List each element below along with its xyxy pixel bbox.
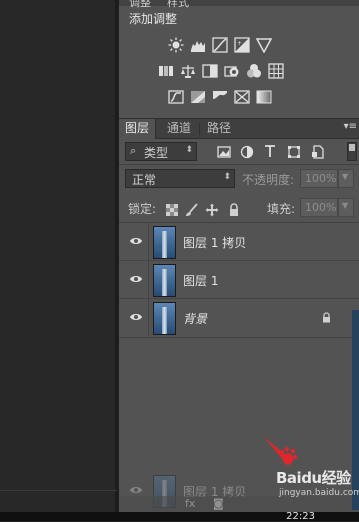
color-lookup-icon[interactable]: [267, 62, 285, 80]
gradient-map-icon[interactable]: [233, 88, 251, 106]
row-divider: [148, 299, 149, 336]
lock-icon: [323, 312, 330, 323]
tab-adjustments[interactable]: 调整: [129, 0, 151, 10]
svg-text:+: +: [237, 40, 242, 47]
filter-kind-label: 类型: [144, 146, 169, 160]
curves-icon[interactable]: [211, 36, 229, 54]
lock-transparent-pixels-icon[interactable]: [165, 202, 179, 216]
chevron-down-icon: ▼: [342, 172, 349, 181]
vibrance-icon[interactable]: [255, 36, 273, 54]
row-divider: [148, 261, 149, 298]
layer-name[interactable]: 图层 1 拷贝: [183, 234, 246, 251]
photo-filter-icon[interactable]: [223, 62, 241, 80]
tab-layers[interactable]: 图层: [119, 119, 157, 139]
chevron-down-icon: ⬍: [185, 145, 193, 155]
opacity-dropdown-button[interactable]: ▼: [338, 169, 354, 188]
lock-all-icon[interactable]: [227, 202, 241, 216]
fill-value: 100%: [305, 201, 337, 214]
tab-styles[interactable]: 样式: [167, 0, 189, 10]
adjustments-row-1: +: [167, 36, 273, 54]
opacity-value: 100%: [305, 172, 337, 185]
eye-icon[interactable]: [129, 311, 143, 323]
adjustments-title: 添加调整: [129, 12, 178, 26]
layer-name[interactable]: 图层 1: [183, 272, 218, 289]
eye-icon[interactable]: [129, 273, 143, 285]
exposure-icon[interactable]: +: [233, 36, 251, 54]
add-mask-icon[interactable]: ◙: [213, 497, 224, 510]
levels-icon[interactable]: [189, 36, 207, 54]
search-icon: ⌕: [130, 144, 137, 157]
watermark-url: jingyan.baidu.com: [279, 488, 359, 498]
color-balance-icon[interactable]: [179, 62, 197, 80]
eye-icon: [130, 487, 142, 493]
layers-tabbar: 图层 通道 路径 ▾≡: [119, 118, 359, 139]
add-layer-style-button[interactable]: fx: [185, 497, 195, 510]
opacity-field[interactable]: 100%: [300, 169, 338, 188]
panel-menu-icon[interactable]: ▾≡: [344, 121, 357, 132]
layer-filter-select[interactable]: ⌕ 类型 ⬍: [125, 142, 197, 161]
hue-saturation-icon[interactable]: [157, 62, 175, 80]
invert-icon[interactable]: [167, 88, 185, 106]
filter-toggle-switch[interactable]: [347, 142, 357, 161]
blend-mode-select[interactable]: 正常 ⬍: [125, 169, 235, 188]
filter-pixel-icon[interactable]: [217, 144, 231, 158]
baidu-watermark: Baidu经验 jingyan.baidu.com: [262, 437, 359, 507]
layer-thumbnail: [153, 226, 176, 259]
layer-name[interactable]: 背景: [183, 310, 207, 327]
canvas-divider: [0, 490, 117, 491]
layer-thumbnail: [153, 264, 176, 297]
selective-color-icon[interactable]: [255, 88, 273, 106]
right-panel-dock: 调整 样式 添加调整 + 图层 通道 路径 ▾≡ ⌕ 类型 ⬍ 正常 ⬍ 不透明…: [119, 0, 359, 512]
filter-smart-object-icon[interactable]: [311, 144, 325, 159]
lock-label: 锁定:: [128, 202, 157, 216]
lock-image-pixels-icon[interactable]: [185, 202, 199, 216]
fill-field[interactable]: 100%: [300, 198, 338, 217]
layer-row-background[interactable]: 背景: [119, 299, 359, 338]
row-divider: [148, 223, 149, 260]
fill-dropdown-button[interactable]: ▼: [338, 198, 354, 217]
filter-adjustment-icon[interactable]: [240, 144, 254, 159]
eye-icon[interactable]: [129, 235, 143, 247]
threshold-icon[interactable]: [211, 88, 229, 106]
adjustments-row-3: [167, 88, 273, 106]
channel-mixer-icon[interactable]: [245, 62, 263, 80]
tab-paths[interactable]: 路径: [201, 119, 237, 138]
blend-mode-value: 正常: [132, 173, 157, 187]
chevron-down-icon: ▼: [342, 201, 349, 210]
layer-row[interactable]: 图层 1: [119, 261, 359, 299]
tab-channels[interactable]: 通道: [161, 119, 197, 138]
fill-label: 填充:: [267, 202, 296, 216]
watermark-brand: Baidu经验: [276, 469, 351, 487]
filter-shape-icon[interactable]: [287, 144, 301, 158]
taskbar-clock[interactable]: 22:23: [286, 512, 315, 522]
adjustments-tabbar: 调整 样式: [119, 0, 359, 9]
adjustments-row-2: [157, 62, 285, 80]
document-canvas-area[interactable]: [0, 0, 117, 512]
posterize-icon[interactable]: [189, 88, 207, 106]
tab-divider: [199, 123, 200, 135]
black-white-icon[interactable]: [201, 62, 219, 80]
layer-row[interactable]: 图层 1 拷贝: [119, 223, 359, 261]
toolbar-separator: [119, 164, 359, 165]
chevron-updown-icon: ⬍: [223, 172, 231, 182]
opacity-label: 不透明度:: [242, 173, 295, 187]
lock-position-icon[interactable]: [205, 202, 219, 217]
brightness-contrast-icon[interactable]: [167, 36, 185, 54]
filter-type-icon[interactable]: [263, 143, 277, 157]
layer-thumbnail: [153, 302, 176, 335]
